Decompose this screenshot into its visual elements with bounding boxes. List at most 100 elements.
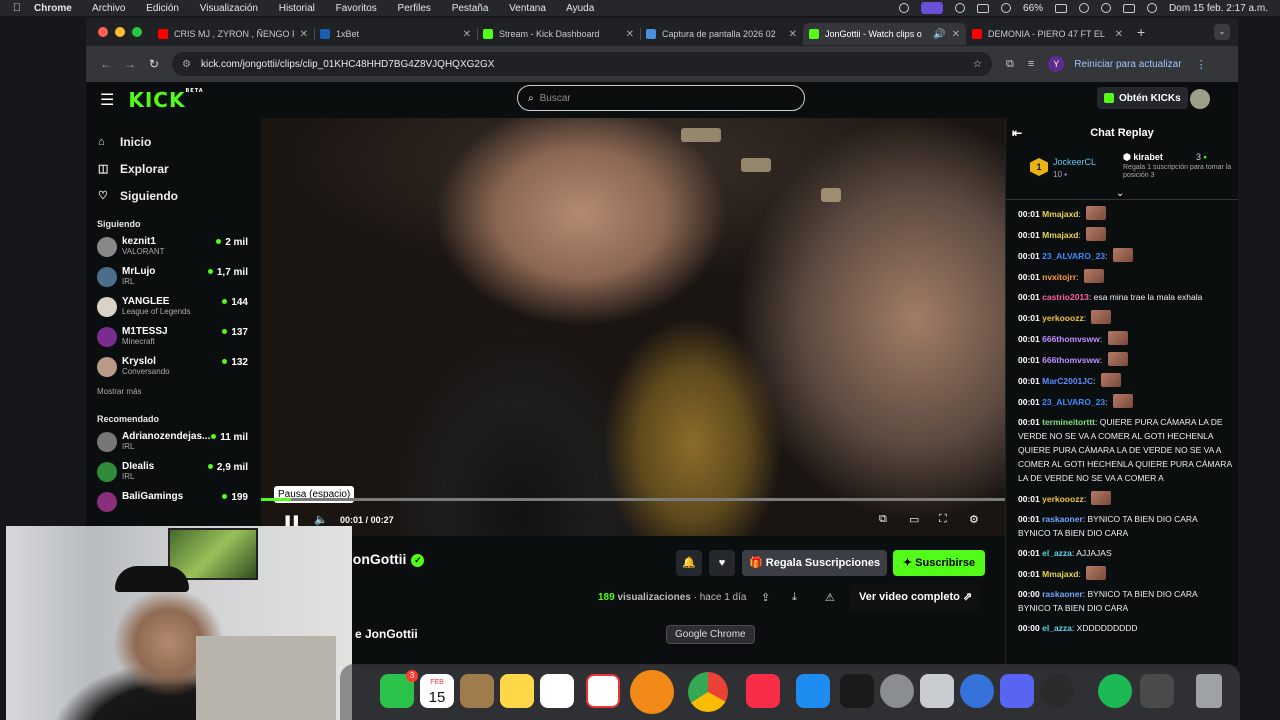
theater-mode-icon[interactable]: ▭ xyxy=(909,513,919,526)
collapse-chat-icon[interactable]: ⇤ xyxy=(1012,126,1022,140)
media-control-icon[interactable]: ≡ xyxy=(1028,58,1034,70)
fullscreen-icon[interactable]: ⛶ xyxy=(939,513,947,526)
menu-perfiles[interactable]: Perfiles xyxy=(398,3,431,14)
chat-username[interactable]: raskaoner xyxy=(1042,514,1083,524)
chat-username[interactable]: 23_ALVARO_23 xyxy=(1042,251,1105,261)
close-tab-icon[interactable]: ✕ xyxy=(1115,29,1123,40)
get-kicks-button[interactable]: Obtén KICKs xyxy=(1097,87,1188,109)
music-icon[interactable] xyxy=(746,674,780,708)
sidebar-item-siguiendo[interactable]: ♡ Siguiendo xyxy=(86,182,260,209)
search-input[interactable]: ⌕ Buscar xyxy=(517,85,805,111)
notes-icon[interactable] xyxy=(500,674,534,708)
expand-chevron-icon[interactable]: ⌄ xyxy=(1116,188,1124,199)
chat-username[interactable]: raskaoner xyxy=(1042,589,1083,599)
tab-kick-dashboard[interactable]: Stream - Kick Dashboard ✕ xyxy=(477,23,640,45)
discord-icon[interactable] xyxy=(1000,674,1034,708)
close-tab-icon[interactable]: ✕ xyxy=(952,29,960,40)
kebab-menu-icon[interactable]: ⋮ xyxy=(1196,58,1207,71)
progress-bar[interactable] xyxy=(261,498,1005,501)
spotlight-icon[interactable] xyxy=(1101,3,1112,13)
site-settings-icon[interactable]: ⚙ xyxy=(182,59,191,70)
chat-username[interactable]: Mmajaxd xyxy=(1042,569,1078,579)
mail-icon[interactable] xyxy=(586,674,620,708)
display-icon[interactable] xyxy=(977,3,990,13)
screen-recording-icon[interactable] xyxy=(921,2,944,14)
close-window-button[interactable] xyxy=(98,27,108,37)
chat-username[interactable]: Mmajaxd xyxy=(1042,230,1078,240)
watch-full-video-button[interactable]: Ver video completo ⇗ xyxy=(851,585,981,609)
chat-username[interactable]: Mmajaxd xyxy=(1042,209,1078,219)
drive-icon[interactable] xyxy=(960,674,994,708)
siri-icon[interactable] xyxy=(1147,3,1158,13)
play-icon[interactable] xyxy=(955,3,966,13)
headphones-icon[interactable] xyxy=(1001,3,1012,13)
channel-adrianozendejas-[interactable]: Adrianozendejas... IRL 11 mil xyxy=(86,428,260,458)
minimize-window-button[interactable] xyxy=(115,27,125,37)
streamer-name[interactable]: JonGottii ✓ xyxy=(345,551,425,567)
chat-username[interactable]: nvxitojrr xyxy=(1042,272,1076,282)
gift-subscriptions-button[interactable]: 🎁 Regala Suscripciones xyxy=(742,550,888,576)
chat-username[interactable]: yerkooozz xyxy=(1042,313,1084,323)
menu-historial[interactable]: Historial xyxy=(279,3,315,14)
tab-demonia[interactable]: DEMONIA - PIERO 47 FT EL ✕ xyxy=(966,23,1129,45)
channel-yanglee[interactable]: YANGLEE League of Legends 144 xyxy=(86,293,260,323)
close-tab-icon[interactable]: ✕ xyxy=(463,29,471,40)
forward-arrow-icon[interactable]: → xyxy=(118,57,142,71)
profile-avatar[interactable]: Y xyxy=(1048,56,1065,72)
chat-username[interactable]: 666thomvsww xyxy=(1042,334,1100,344)
tab-jongottii[interactable]: JonGottii - Watch clips o 🔊 ✕ xyxy=(803,23,966,45)
follow-heart-button[interactable]: ♥ xyxy=(709,550,735,576)
settings-icon[interactable]: ⚙ xyxy=(969,513,979,526)
wifi-icon[interactable] xyxy=(1079,3,1090,13)
sidebar-item-explorar[interactable]: ◫ Explorar xyxy=(86,155,260,182)
chat-username[interactable]: yerkooozz xyxy=(1042,494,1084,504)
tab-search-chevron-icon[interactable]: ⌄ xyxy=(1214,24,1230,40)
speaker-icon[interactable]: 🔊 xyxy=(933,29,945,40)
messages-icon[interactable]: 3 xyxy=(380,670,418,708)
obs-icon[interactable] xyxy=(1040,674,1074,708)
top-gifter-name[interactable]: JockeerCL xyxy=(1053,157,1096,167)
notification-bell-button[interactable]: 🔔 xyxy=(676,550,702,576)
menu-pestana[interactable]: Pestaña xyxy=(452,3,489,14)
relaunch-update-button[interactable]: Reiniciar para actualizar xyxy=(1074,59,1181,70)
zoom-window-button[interactable] xyxy=(132,27,142,37)
close-tab-icon[interactable]: ✕ xyxy=(789,29,797,40)
fl-studio-icon[interactable] xyxy=(630,670,674,714)
calculator-icon[interactable] xyxy=(1140,674,1174,708)
menu-ayuda[interactable]: Ayuda xyxy=(566,3,594,14)
address-bar[interactable]: ⚙ kick.com/jongottii/clips/clip_01KHC48H… xyxy=(172,52,992,76)
miniplayer-icon[interactable]: ⧉ xyxy=(879,513,887,526)
chat-username[interactable]: castrio2013 xyxy=(1042,292,1089,302)
trash-icon[interactable] xyxy=(1196,674,1222,708)
url-text[interactable]: kick.com/jongottii/clips/clip_01KHC48HHD… xyxy=(201,59,494,70)
report-icon[interactable]: ⚠ xyxy=(825,591,835,604)
chat-username[interactable]: 666thomvsww xyxy=(1042,355,1100,365)
menu-favoritos[interactable]: Favoritos xyxy=(336,3,377,14)
subscribe-button[interactable]: ✦ Suscribirse xyxy=(893,550,985,576)
chat-username[interactable]: MarC2001JC xyxy=(1042,376,1093,386)
kick-logo[interactable]: KICKBETA xyxy=(128,88,203,112)
chat-username[interactable]: termineitorttt xyxy=(1042,417,1095,427)
show-more-link[interactable]: Mostrar más xyxy=(86,387,260,396)
user-avatar[interactable] xyxy=(1190,89,1210,109)
volume-icon[interactable]: 🔈 xyxy=(314,513,328,526)
folder-icon[interactable] xyxy=(460,674,494,708)
chat-username[interactable]: 23_ALVARO_23 xyxy=(1042,397,1105,407)
menu-ventana[interactable]: Ventana xyxy=(509,3,546,14)
battery-icon[interactable] xyxy=(1055,3,1068,13)
chat-username[interactable]: el_azza xyxy=(1042,623,1072,633)
share-icon[interactable]: ⇪ xyxy=(761,591,770,604)
menu-archivo[interactable]: Archivo xyxy=(92,3,125,14)
capcut-icon[interactable] xyxy=(840,674,874,708)
channel-baligamings[interactable]: BaliGamings 199 xyxy=(86,488,260,518)
channel-kryslol[interactable]: Kryslol Conversando 132 xyxy=(86,353,260,383)
download-icon[interactable]: ⤓ xyxy=(792,591,797,604)
system-settings-icon[interactable] xyxy=(880,674,914,708)
video-player[interactable]: Pausa (espacio) ❚❚ 🔈 00:01 / 00:27 ⧉ ▭ ⛶… xyxy=(261,118,1005,536)
menu-app-name[interactable]: Chrome xyxy=(34,3,72,14)
control-center-icon[interactable] xyxy=(1123,3,1136,13)
spotify-icon[interactable] xyxy=(1098,674,1132,708)
apple-icon[interactable]:  xyxy=(0,2,34,14)
close-tab-icon[interactable]: ✕ xyxy=(300,29,308,40)
chrome-icon[interactable] xyxy=(688,672,728,712)
